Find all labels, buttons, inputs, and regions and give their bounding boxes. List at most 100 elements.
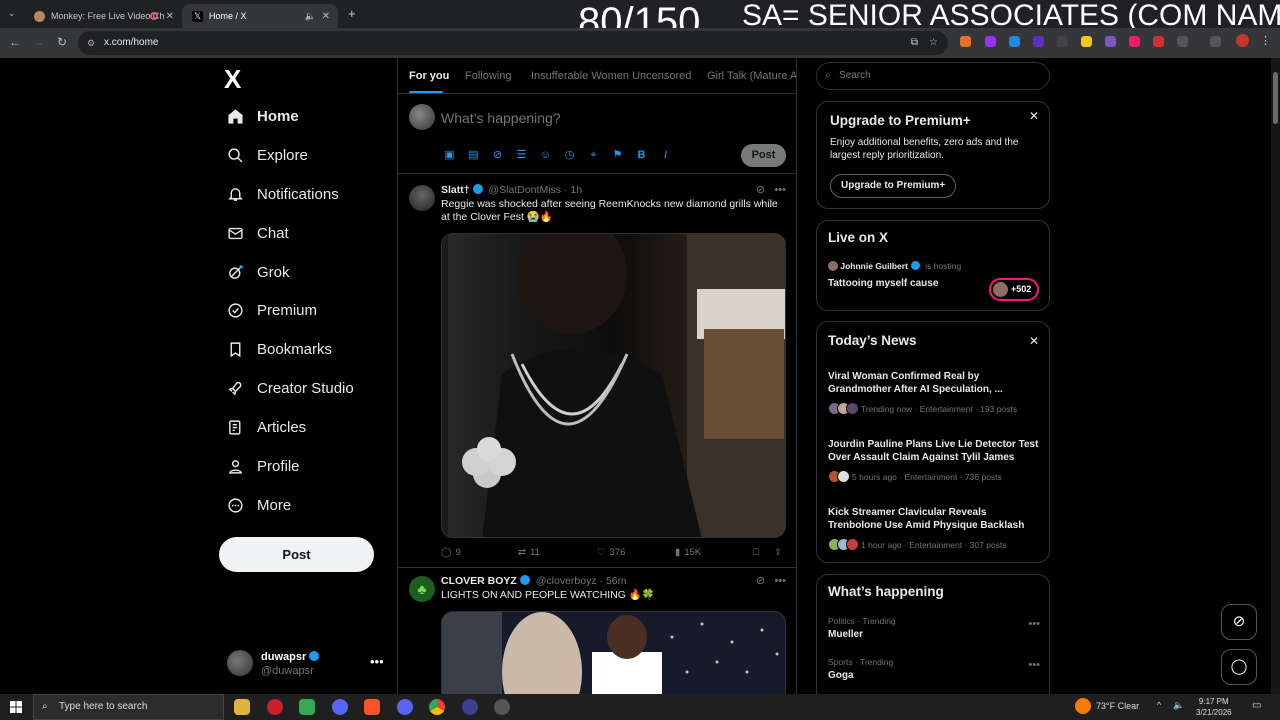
nav-bookmarks[interactable]: Bookmarks	[226, 334, 332, 364]
tray-chevron-icon[interactable]: ^	[1157, 700, 1161, 710]
browser-menu-icon[interactable]: ⋮	[1260, 34, 1271, 47]
tab-for-you[interactable]: For you	[409, 70, 449, 82]
tweet-time[interactable]: · 56m	[600, 575, 627, 587]
live-listeners-pill[interactable]: +502	[989, 278, 1039, 301]
extension-icon[interactable]	[1153, 36, 1164, 47]
flag-icon[interactable]: ⚑	[611, 149, 624, 162]
file-explorer-icon[interactable]	[234, 699, 250, 715]
search-input[interactable]: ⌕ Search	[816, 62, 1050, 90]
nav-articles[interactable]: Articles	[226, 412, 306, 442]
taskbar-search[interactable]: ⌕ Type here to search	[33, 694, 224, 720]
composer-post-button[interactable]: Post	[741, 144, 786, 167]
tab-girl-talk[interactable]: Girl Talk (Mature Ad	[707, 70, 796, 82]
upgrade-premium-button[interactable]: Upgrade to Premium+	[830, 174, 957, 198]
reload-icon[interactable]: ↻	[57, 35, 67, 49]
post-button[interactable]: Post	[219, 537, 374, 572]
weather-text[interactable]: 73°F Clear	[1096, 701, 1139, 711]
avatar[interactable]	[409, 185, 435, 211]
discord-icon[interactable]	[332, 699, 348, 715]
extension-icon[interactable]	[985, 36, 996, 47]
location-icon[interactable]: ⌖	[587, 149, 600, 162]
bookmark-star-icon[interactable]: ☆	[929, 31, 938, 55]
nav-grok[interactable]: Grok	[226, 257, 290, 287]
grok-icon[interactable]: ⊘	[756, 575, 765, 587]
extensions-puzzle-icon[interactable]	[1177, 36, 1188, 47]
nav-notifications[interactable]: Notifications	[226, 179, 339, 209]
nav-home[interactable]: Home	[226, 101, 299, 131]
composer-input[interactable]: What’s happening?	[441, 110, 561, 126]
schedule-icon[interactable]: ◷	[563, 149, 576, 162]
grok-float-button[interactable]: ⊘	[1221, 604, 1257, 640]
account-more-icon[interactable]: •••	[370, 654, 384, 669]
italic-icon[interactable]: I	[659, 149, 672, 162]
tweet-time[interactable]: · 1h	[564, 184, 582, 196]
close-icon[interactable]: ✕	[1029, 109, 1039, 123]
trend-more-icon[interactable]: •••	[1028, 659, 1040, 671]
news-item[interactable]: Viral Woman Confirmed Real by Grandmothe…	[828, 370, 1040, 415]
scrollbar-thumb[interactable]	[1273, 72, 1278, 124]
account-name[interactable]: duwapsr	[261, 651, 322, 663]
tweet-more-icon[interactable]: •••	[774, 184, 786, 196]
repost-button[interactable]: ⇄ 11	[518, 547, 540, 558]
share-button[interactable]: ⇪	[774, 547, 782, 558]
extension-icon[interactable]	[1105, 36, 1116, 47]
avatar[interactable]	[227, 650, 253, 676]
tab-insufferable-women[interactable]: Insufferable Women Uncensored	[531, 70, 691, 82]
taskbar-clock[interactable]: 9:17 PM 3/21/2026	[1196, 696, 1232, 718]
bold-icon[interactable]: B	[635, 149, 648, 162]
bookmark-button[interactable]: ⎕	[753, 547, 759, 558]
tweet-author-name[interactable]: Slatt†	[441, 184, 470, 196]
nav-more[interactable]: More	[226, 490, 291, 520]
tweet-author-name[interactable]: CLOVER BOYZ	[441, 575, 517, 587]
live-topic[interactable]: Tattooing myself cause	[828, 278, 938, 289]
windows-start-icon[interactable]	[10, 700, 22, 713]
close-icon[interactable]: ✕	[1029, 334, 1039, 348]
reply-button[interactable]: ◯ 9	[441, 547, 461, 558]
tweet-image[interactable]	[441, 611, 786, 694]
app-icon[interactable]	[494, 699, 510, 715]
extension-icon[interactable]	[1057, 36, 1068, 47]
image-icon[interactable]: ▣	[443, 149, 456, 162]
poll-icon[interactable]: ☰	[515, 149, 528, 162]
chat-float-button[interactable]: ◯	[1221, 649, 1257, 685]
notifications-icon[interactable]: ▭	[1252, 700, 1261, 711]
volume-icon[interactable]: 🔈	[1173, 700, 1184, 711]
avatar[interactable]: ♣	[409, 576, 435, 602]
app-icon[interactable]	[462, 699, 478, 715]
extension-icon[interactable]	[1129, 36, 1140, 47]
extension-icon[interactable]	[1009, 36, 1020, 47]
views-button[interactable]: ▮ 15K	[675, 547, 701, 558]
brave-icon[interactable]	[364, 699, 380, 715]
reading-list-icon[interactable]	[1210, 36, 1221, 47]
news-item[interactable]: Jourdin Pauline Plans Live Lie Detector …	[828, 438, 1040, 483]
site-info-icon[interactable]: ⚙	[87, 31, 95, 55]
trend-item[interactable]: Politics · Trending Mueller •••	[828, 616, 1040, 640]
tweet-handle[interactable]: @cloverboyz	[536, 575, 597, 587]
close-tab-icon[interactable]: ✕	[322, 11, 330, 22]
lock-app-icon[interactable]	[299, 699, 315, 715]
news-item[interactable]: Kick Streamer Clavicular Reveals Trenbol…	[828, 506, 1040, 551]
gif-icon[interactable]: ▤	[467, 149, 480, 162]
nav-profile[interactable]: Profile	[226, 451, 300, 481]
x-logo[interactable]: X	[224, 64, 241, 95]
extension-icon[interactable]	[960, 36, 971, 47]
browser-tab-monkey[interactable]: Monkey: Free Live Video Ch ✕	[24, 4, 182, 28]
nav-creator-studio[interactable]: Creator Studio	[226, 373, 354, 403]
nav-chat[interactable]: Chat	[226, 218, 289, 248]
close-tab-icon[interactable]: ✕	[166, 11, 174, 22]
opera-icon[interactable]	[267, 699, 283, 715]
trend-more-icon[interactable]: •••	[1028, 618, 1040, 630]
nav-explore[interactable]: Explore	[226, 140, 308, 170]
scrollbar[interactable]	[1271, 58, 1280, 694]
extension-icon[interactable]	[1081, 36, 1092, 47]
forward-icon[interactable]: →	[33, 35, 45, 49]
tab-list-chevron-icon[interactable]: ⌄	[8, 8, 16, 19]
extension-icon[interactable]	[1033, 36, 1044, 47]
grok-icon[interactable]: ⊘	[491, 149, 504, 162]
emoji-icon[interactable]: ☺	[539, 149, 552, 162]
live-host-row[interactable]: Johnnie Guilbert is hosting	[828, 261, 961, 271]
install-app-icon[interactable]: ⧉	[911, 31, 918, 55]
profile-avatar-icon[interactable]	[1236, 34, 1249, 47]
grok-icon[interactable]: ⊘	[756, 184, 765, 196]
tweet-video[interactable]	[441, 233, 786, 538]
